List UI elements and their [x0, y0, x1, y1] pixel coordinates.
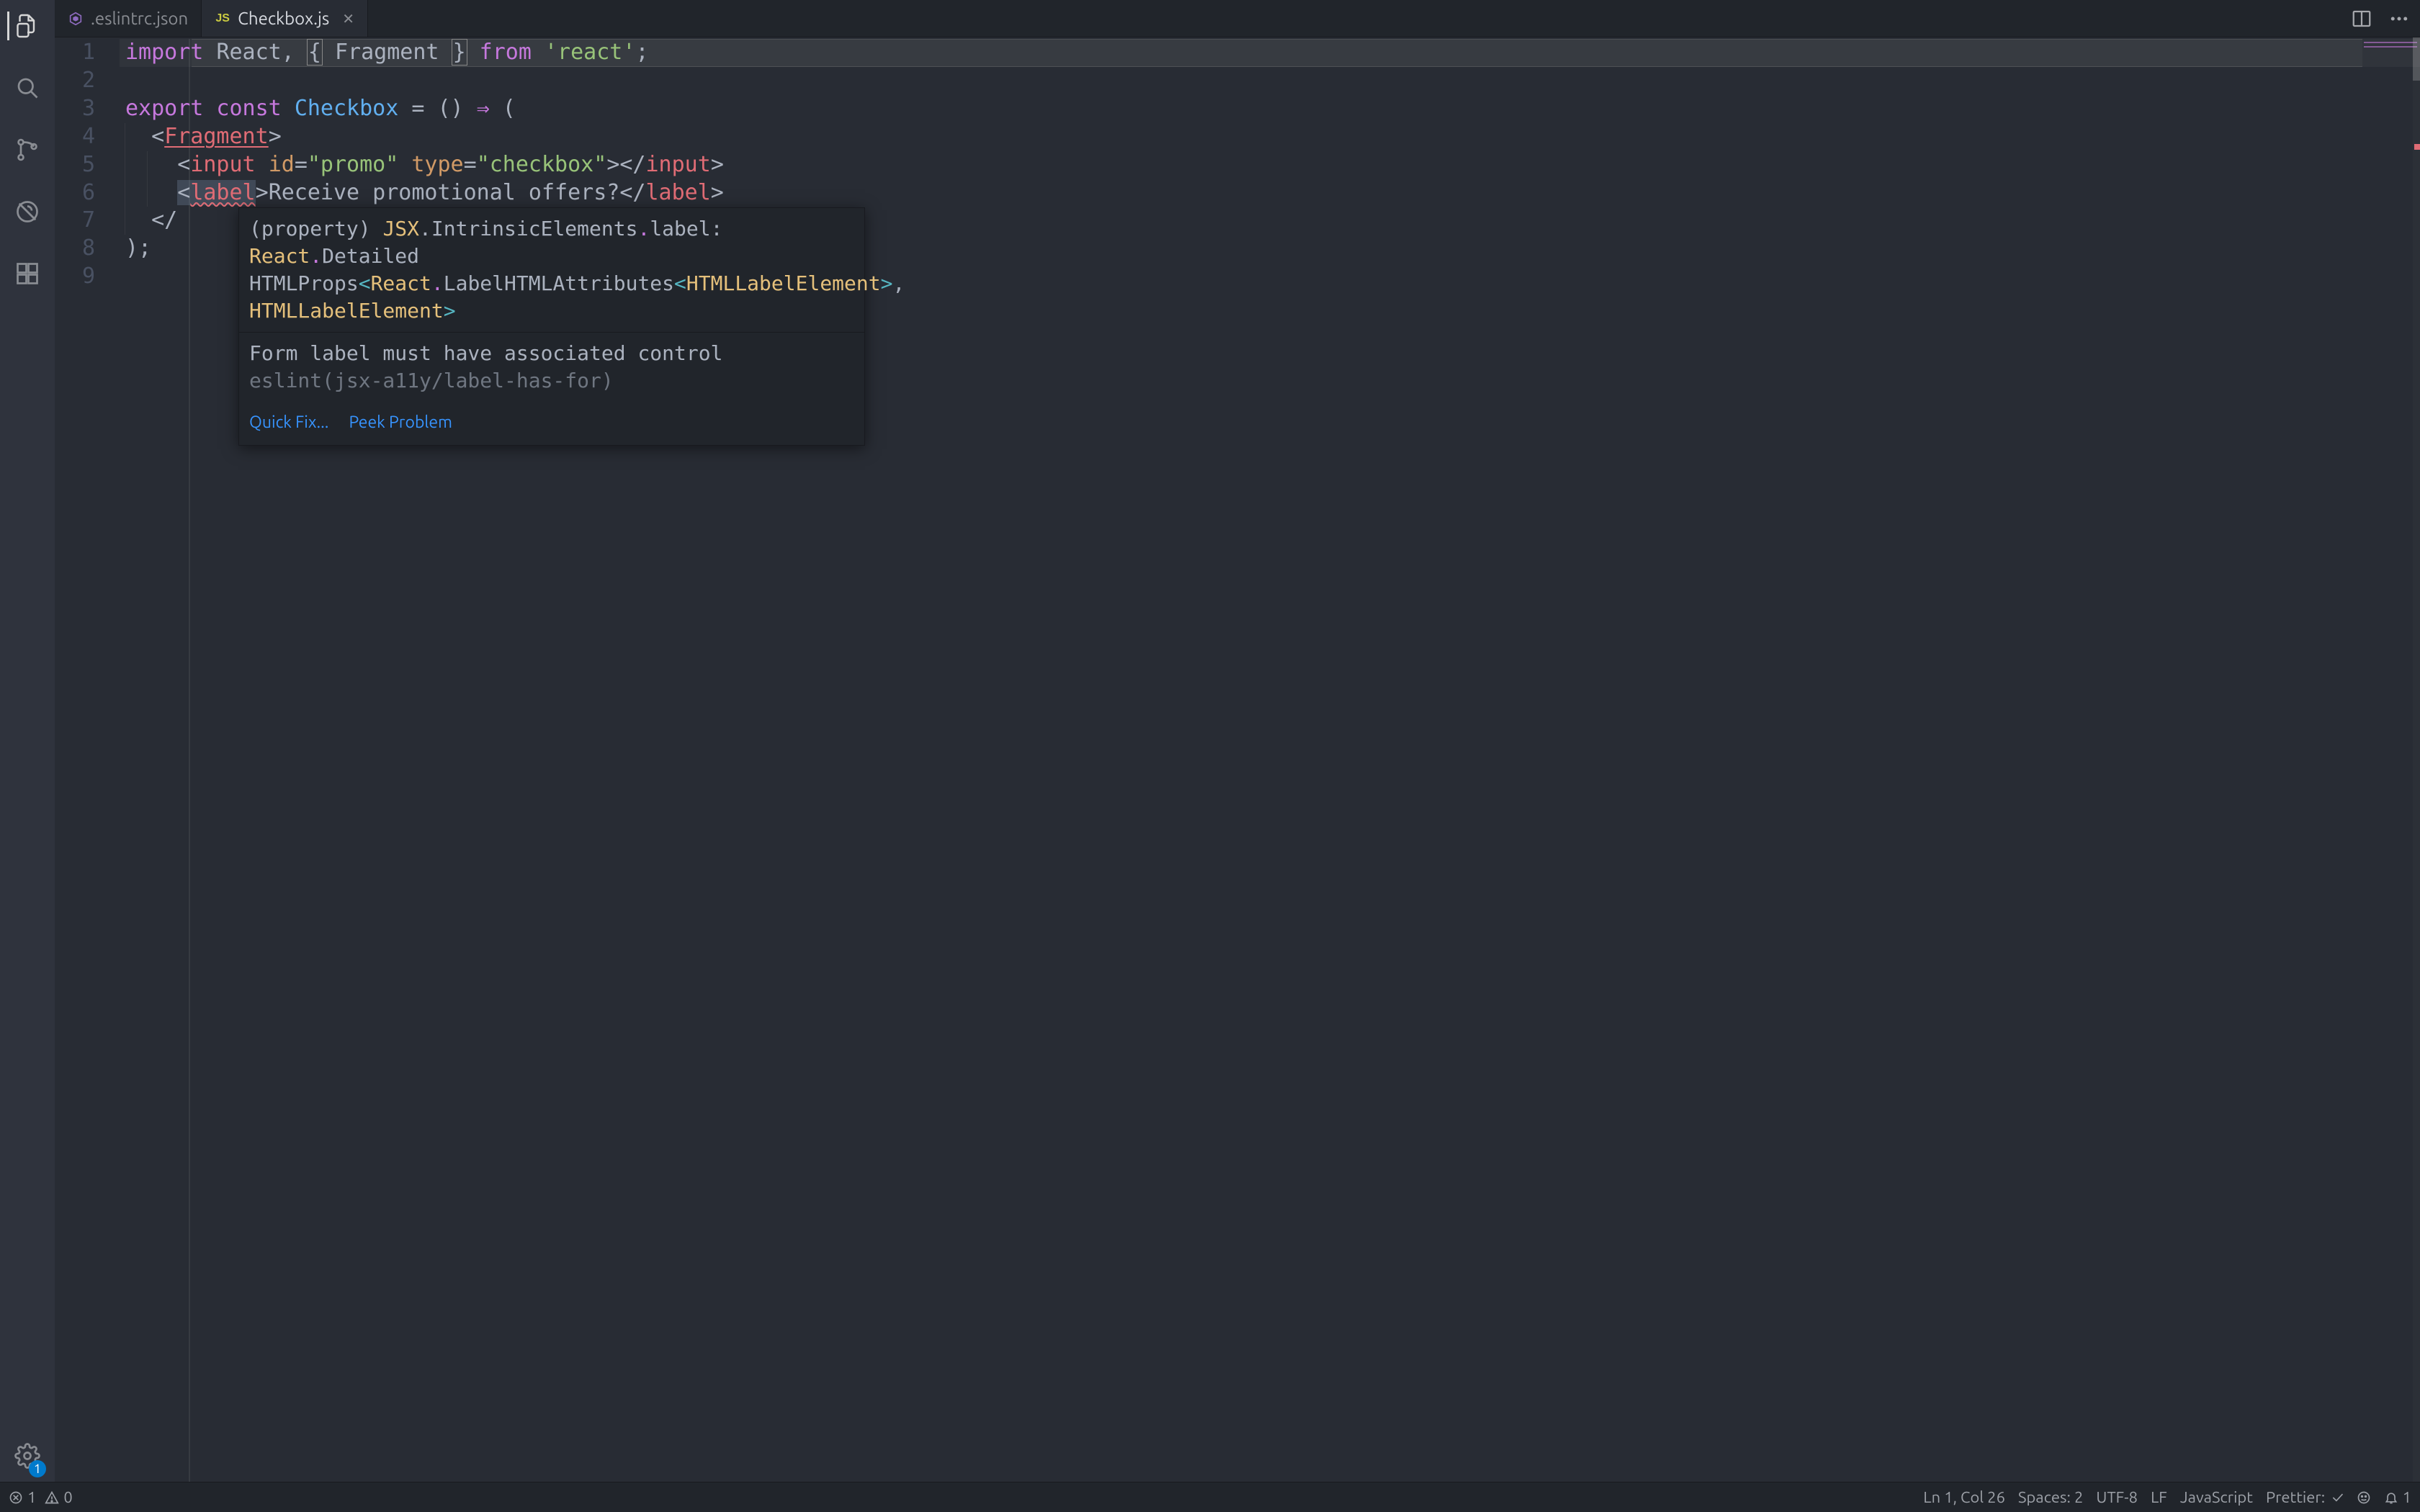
eslint-file-icon: [68, 11, 84, 27]
code-line[interactable]: [120, 67, 2420, 95]
code-line[interactable]: <input id="promo" type="checkbox"></inpu…: [120, 151, 2420, 179]
debug-icon[interactable]: [7, 192, 48, 232]
hover-type-signature: (property) JSX.IntrinsicElements.label: …: [239, 208, 864, 332]
line-number: 2: [55, 67, 120, 95]
tab-eslintrc[interactable]: .eslintrc.json: [55, 0, 202, 37]
status-problems[interactable]: 1 0: [9, 1488, 73, 1506]
quick-fix-link[interactable]: Quick Fix...: [249, 409, 328, 436]
status-indentation[interactable]: Spaces: 2: [2018, 1488, 2083, 1506]
line-number: 1: [55, 39, 120, 67]
js-file-icon: JS: [215, 11, 230, 27]
line-number: 9: [55, 263, 120, 291]
scrollbar-thumb[interactable]: [2413, 37, 2420, 81]
settings-badge: 1: [29, 1460, 46, 1477]
code-line[interactable]: export const Checkbox = () ⇒ (: [120, 95, 2420, 123]
tab-checkbox-js[interactable]: JS Checkbox.js ✕: [202, 0, 368, 37]
status-feedback-icon[interactable]: [2357, 1490, 2371, 1505]
hover-widget: (property) JSX.IntrinsicElements.label: …: [238, 207, 865, 446]
line-number: 6: [55, 179, 120, 207]
line-number: 4: [55, 123, 120, 151]
status-prettier[interactable]: Prettier:: [2266, 1488, 2344, 1506]
error-marker[interactable]: [2414, 144, 2420, 150]
editor-area[interactable]: 1 import React, { Fragment } from 'react…: [55, 37, 2420, 1482]
status-line-col[interactable]: Ln 1, Col 26: [1923, 1488, 2005, 1506]
split-editor-icon[interactable]: [2351, 8, 2372, 30]
vscode-window: 1 .eslintrc.json JS Checkbox.js ✕: [0, 0, 2420, 1512]
code-line[interactable]: <label>Receive promotional offers?</labe…: [120, 179, 2420, 207]
error-count: 1: [27, 1488, 36, 1506]
warning-count: 0: [63, 1488, 72, 1506]
line-number: 7: [55, 207, 120, 235]
line-number: 8: [55, 235, 120, 263]
activity-bar: 1: [0, 0, 55, 1482]
code-line[interactable]: <Fragment>: [120, 123, 2420, 151]
status-eol[interactable]: LF: [2151, 1488, 2167, 1506]
hover-eslint-message: Form label must have associated control …: [239, 332, 864, 402]
status-encoding[interactable]: UTF-8: [2096, 1488, 2138, 1506]
source-control-icon[interactable]: [7, 130, 48, 170]
more-actions-icon[interactable]: [2388, 8, 2410, 30]
status-bar: 1 0 Ln 1, Col 26 Spaces: 2 UTF-8 LF Java…: [0, 1482, 2420, 1512]
explorer-icon[interactable]: [7, 6, 48, 46]
search-icon[interactable]: [7, 68, 48, 108]
overview-ruler[interactable]: [2413, 37, 2420, 1482]
extensions-icon[interactable]: [7, 253, 48, 294]
settings-gear-icon[interactable]: 1: [7, 1436, 48, 1476]
status-language[interactable]: JavaScript: [2180, 1488, 2253, 1506]
code-line[interactable]: import React, { Fragment } from 'react';: [120, 39, 2420, 67]
line-number: 5: [55, 151, 120, 179]
tab-label: .eslintrc.json: [91, 9, 188, 28]
tab-bar: .eslintrc.json JS Checkbox.js ✕: [55, 0, 2420, 37]
close-tab-icon[interactable]: ✕: [342, 10, 354, 27]
status-notifications[interactable]: 1: [2384, 1488, 2411, 1506]
tab-label: Checkbox.js: [238, 9, 329, 28]
line-number: 3: [55, 95, 120, 123]
peek-problem-link[interactable]: Peek Problem: [349, 409, 452, 436]
